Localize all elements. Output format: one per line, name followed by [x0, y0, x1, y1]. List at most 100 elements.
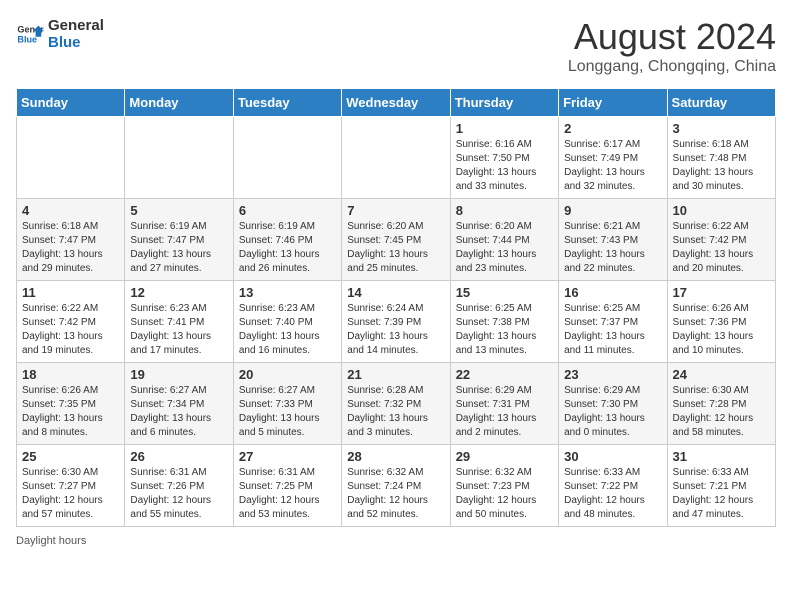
calendar-cell: 20 Sunrise: 6:27 AM Sunset: 7:33 PM Dayli… — [233, 363, 341, 445]
calendar-cell: 10 Sunrise: 6:22 AM Sunset: 7:42 PM Dayli… — [667, 199, 775, 281]
day-number: 10 — [673, 203, 770, 218]
day-info: Sunrise: 6:19 AM Sunset: 7:46 PM Dayligh… — [239, 220, 336, 276]
calendar-cell: 4 Sunrise: 6:18 AM Sunset: 7:47 PM Daylig… — [17, 199, 125, 281]
week-row-1: 4 Sunrise: 6:18 AM Sunset: 7:47 PM Daylig… — [17, 199, 776, 281]
day-number: 4 — [22, 203, 119, 218]
week-row-2: 11 Sunrise: 6:22 AM Sunset: 7:42 PM Dayli… — [17, 281, 776, 363]
day-number: 29 — [456, 449, 553, 464]
day-number: 12 — [130, 285, 227, 300]
calendar-cell: 3 Sunrise: 6:18 AM Sunset: 7:48 PM Daylig… — [667, 117, 775, 199]
calendar-cell: 12 Sunrise: 6:23 AM Sunset: 7:41 PM Dayli… — [125, 281, 233, 363]
calendar-cell: 16 Sunrise: 6:25 AM Sunset: 7:37 PM Dayli… — [559, 281, 667, 363]
day-info: Sunrise: 6:17 AM Sunset: 7:49 PM Dayligh… — [564, 138, 661, 194]
calendar-cell: 28 Sunrise: 6:32 AM Sunset: 7:24 PM Dayli… — [342, 445, 450, 527]
day-info: Sunrise: 6:26 AM Sunset: 7:35 PM Dayligh… — [22, 384, 119, 440]
calendar-cell: 13 Sunrise: 6:23 AM Sunset: 7:40 PM Dayli… — [233, 281, 341, 363]
day-info: Sunrise: 6:26 AM Sunset: 7:36 PM Dayligh… — [673, 302, 770, 358]
day-info: Sunrise: 6:28 AM Sunset: 7:32 PM Dayligh… — [347, 384, 444, 440]
calendar-cell: 19 Sunrise: 6:27 AM Sunset: 7:34 PM Dayli… — [125, 363, 233, 445]
day-number: 26 — [130, 449, 227, 464]
day-info: Sunrise: 6:33 AM Sunset: 7:22 PM Dayligh… — [564, 466, 661, 522]
weekday-header-saturday: Saturday — [667, 89, 775, 117]
day-number: 25 — [22, 449, 119, 464]
day-number: 5 — [130, 203, 227, 218]
calendar-cell: 23 Sunrise: 6:29 AM Sunset: 7:30 PM Dayli… — [559, 363, 667, 445]
calendar-cell: 11 Sunrise: 6:22 AM Sunset: 7:42 PM Dayli… — [17, 281, 125, 363]
day-info: Sunrise: 6:21 AM Sunset: 7:43 PM Dayligh… — [564, 220, 661, 276]
calendar-cell: 7 Sunrise: 6:20 AM Sunset: 7:45 PM Daylig… — [342, 199, 450, 281]
day-info: Sunrise: 6:32 AM Sunset: 7:23 PM Dayligh… — [456, 466, 553, 522]
calendar-cell — [233, 117, 341, 199]
day-number: 23 — [564, 367, 661, 382]
weekday-header-row: SundayMondayTuesdayWednesdayThursdayFrid… — [17, 89, 776, 117]
calendar-cell: 18Sunrise: 6:26 AM Sunset: 7:35 PM Dayli… — [17, 363, 125, 445]
calendar-cell: 22Sunrise: 6:29 AM Sunset: 7:31 PM Dayli… — [450, 363, 558, 445]
day-number: 3 — [673, 121, 770, 136]
day-info: Sunrise: 6:30 AM Sunset: 7:28 PM Dayligh… — [673, 384, 770, 440]
week-row-4: 25Sunrise: 6:30 AM Sunset: 7:27 PM Dayli… — [17, 445, 776, 527]
calendar-cell: 1Sunrise: 6:16 AM Sunset: 7:50 PM Daylig… — [450, 117, 558, 199]
day-number: 7 — [347, 203, 444, 218]
day-number: 13 — [239, 285, 336, 300]
day-info: Sunrise: 6:22 AM Sunset: 7:42 PM Dayligh… — [22, 302, 119, 358]
day-number: 11 — [22, 285, 119, 300]
day-number: 20 — [239, 367, 336, 382]
month-year-title: August 2024 — [568, 16, 776, 58]
day-info: Sunrise: 6:25 AM Sunset: 7:38 PM Dayligh… — [456, 302, 553, 358]
weekday-header-wednesday: Wednesday — [342, 89, 450, 117]
day-info: Sunrise: 6:29 AM Sunset: 7:30 PM Dayligh… — [564, 384, 661, 440]
day-number: 8 — [456, 203, 553, 218]
day-number: 16 — [564, 285, 661, 300]
week-row-0: 1Sunrise: 6:16 AM Sunset: 7:50 PM Daylig… — [17, 117, 776, 199]
weekday-header-tuesday: Tuesday — [233, 89, 341, 117]
calendar-cell: 24 Sunrise: 6:30 AM Sunset: 7:28 PM Dayli… — [667, 363, 775, 445]
day-number: 14 — [347, 285, 444, 300]
weekday-header-sunday: Sunday — [17, 89, 125, 117]
logo-blue-text: Blue — [48, 35, 104, 52]
day-info: Sunrise: 6:33 AM Sunset: 7:21 PM Dayligh… — [673, 466, 770, 522]
day-number: 27 — [239, 449, 336, 464]
day-number: 22 — [456, 367, 553, 382]
day-number: 19 — [130, 367, 227, 382]
day-number: 6 — [239, 203, 336, 218]
day-info: Sunrise: 6:22 AM Sunset: 7:42 PM Dayligh… — [673, 220, 770, 276]
week-row-3: 18Sunrise: 6:26 AM Sunset: 7:35 PM Dayli… — [17, 363, 776, 445]
weekday-header-thursday: Thursday — [450, 89, 558, 117]
logo-general-text: General — [48, 18, 104, 35]
day-info: Sunrise: 6:31 AM Sunset: 7:25 PM Dayligh… — [239, 466, 336, 522]
day-info: Sunrise: 6:18 AM Sunset: 7:48 PM Dayligh… — [673, 138, 770, 194]
logo-icon: General Blue — [16, 20, 44, 48]
calendar-cell: 6 Sunrise: 6:19 AM Sunset: 7:46 PM Daylig… — [233, 199, 341, 281]
calendar-table: SundayMondayTuesdayWednesdayThursdayFrid… — [16, 88, 776, 527]
day-info: Sunrise: 6:23 AM Sunset: 7:40 PM Dayligh… — [239, 302, 336, 358]
calendar-cell — [17, 117, 125, 199]
location-subtitle: Longgang, Chongqing, China — [568, 58, 776, 76]
day-info: Sunrise: 6:31 AM Sunset: 7:26 PM Dayligh… — [130, 466, 227, 522]
calendar-cell: 26 Sunrise: 6:31 AM Sunset: 7:26 PM Dayli… — [125, 445, 233, 527]
day-info: Sunrise: 6:24 AM Sunset: 7:39 PM Dayligh… — [347, 302, 444, 358]
day-info: Sunrise: 6:27 AM Sunset: 7:33 PM Dayligh… — [239, 384, 336, 440]
day-info: Sunrise: 6:32 AM Sunset: 7:24 PM Dayligh… — [347, 466, 444, 522]
calendar-cell: 15 Sunrise: 6:25 AM Sunset: 7:38 PM Dayli… — [450, 281, 558, 363]
day-number: 31 — [673, 449, 770, 464]
calendar-cell: 21 Sunrise: 6:28 AM Sunset: 7:32 PM Dayli… — [342, 363, 450, 445]
day-number: 24 — [673, 367, 770, 382]
day-number: 15 — [456, 285, 553, 300]
day-info: Sunrise: 6:23 AM Sunset: 7:41 PM Dayligh… — [130, 302, 227, 358]
day-info: Sunrise: 6:27 AM Sunset: 7:34 PM Dayligh… — [130, 384, 227, 440]
day-info: Sunrise: 6:18 AM Sunset: 7:47 PM Dayligh… — [22, 220, 119, 276]
weekday-header-friday: Friday — [559, 89, 667, 117]
day-number: 9 — [564, 203, 661, 218]
calendar-cell: 25Sunrise: 6:30 AM Sunset: 7:27 PM Dayli… — [17, 445, 125, 527]
day-info: Sunrise: 6:20 AM Sunset: 7:44 PM Dayligh… — [456, 220, 553, 276]
calendar-cell — [342, 117, 450, 199]
day-number: 2 — [564, 121, 661, 136]
day-info: Sunrise: 6:20 AM Sunset: 7:45 PM Dayligh… — [347, 220, 444, 276]
calendar-cell: 14 Sunrise: 6:24 AM Sunset: 7:39 PM Dayli… — [342, 281, 450, 363]
calendar-cell — [125, 117, 233, 199]
calendar-cell: 29 Sunrise: 6:32 AM Sunset: 7:23 PM Dayli… — [450, 445, 558, 527]
day-number: 28 — [347, 449, 444, 464]
day-info: Sunrise: 6:25 AM Sunset: 7:37 PM Dayligh… — [564, 302, 661, 358]
day-number: 21 — [347, 367, 444, 382]
day-info: Sunrise: 6:16 AM Sunset: 7:50 PM Dayligh… — [456, 138, 553, 194]
